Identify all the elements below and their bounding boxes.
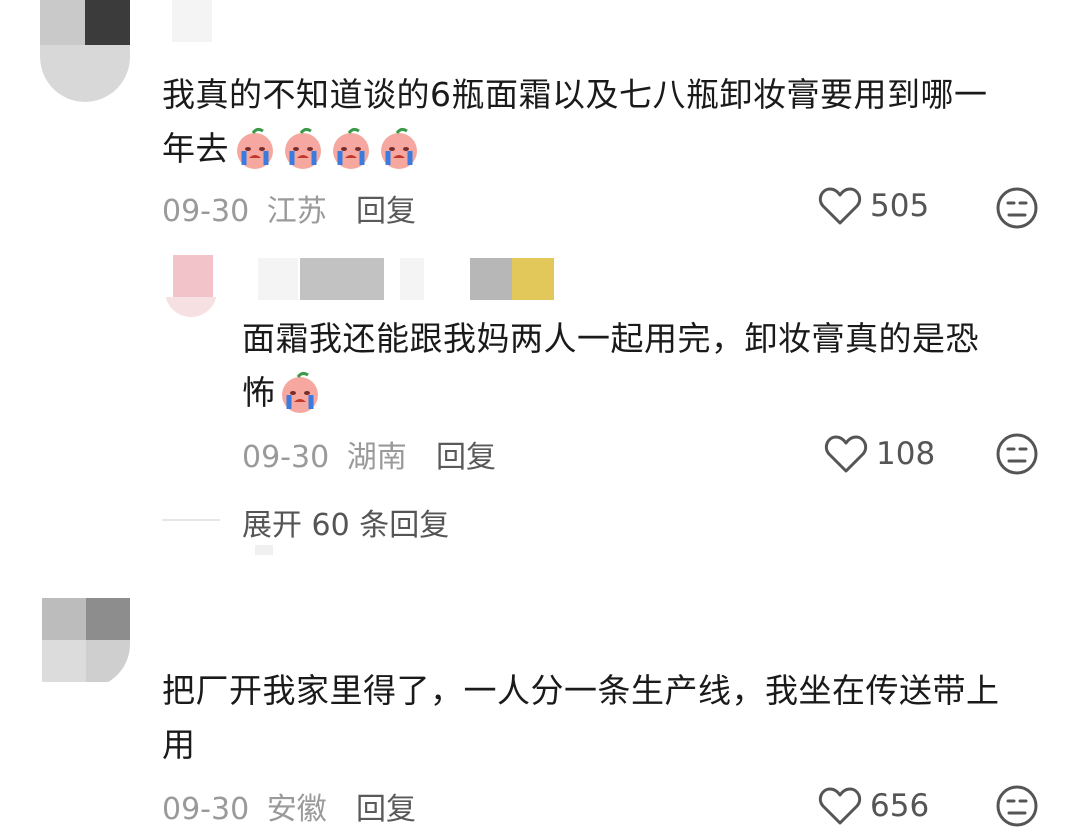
crying-peach-emoji-icon xyxy=(285,127,321,169)
emoji-group xyxy=(233,127,425,171)
comment-text-line: 面霜我还能跟我妈两人一起用完，卸妆膏真的是恐 xyxy=(242,319,979,358)
neutral-face-icon[interactable] xyxy=(995,784,1039,828)
comment-location: 安徽 xyxy=(266,792,327,827)
username-blurred[interactable] xyxy=(172,0,212,42)
username-blurred[interactable] xyxy=(300,258,384,300)
comment-meta: 09-30 安徽 xyxy=(162,784,327,828)
like-button[interactable]: 505 xyxy=(818,186,929,226)
like-count: 505 xyxy=(870,188,930,224)
comment-date: 09-30 xyxy=(162,194,250,229)
comment-text-line: 把厂开我家里得了，一人分一条生产线，我坐在传送带上 xyxy=(162,671,1000,710)
comment-text: 把厂开我家里得了，一人分一条生产线，我坐在传送带上 用 xyxy=(162,664,1000,772)
crying-peach-emoji-icon xyxy=(333,127,369,169)
crying-peach-emoji-icon xyxy=(237,127,273,169)
comment-date: 09-30 xyxy=(162,792,250,827)
expand-divider xyxy=(162,519,220,521)
like-count: 108 xyxy=(876,436,936,472)
comment-location: 湖南 xyxy=(346,440,407,475)
comment-text: 我真的不知道谈的6瓶面霜以及七八瓶卸妆膏要用到哪一 年去 xyxy=(162,68,988,176)
neutral-face-icon[interactable] xyxy=(995,186,1039,230)
like-button[interactable]: 656 xyxy=(818,786,929,826)
reply-avatar[interactable] xyxy=(165,255,217,317)
avatar[interactable] xyxy=(42,598,130,688)
comment-text-line: 用 xyxy=(162,725,196,764)
comment-meta: 09-30 湖南 xyxy=(242,432,407,476)
avatar[interactable] xyxy=(40,0,130,102)
expand-replies-button[interactable]: 展开 60 条回复 xyxy=(242,500,449,544)
reply-button[interactable]: 回复 xyxy=(436,432,496,476)
crying-peach-emoji-icon xyxy=(281,371,318,413)
heart-outline-icon xyxy=(818,187,862,225)
reply-button[interactable]: 回复 xyxy=(356,186,416,230)
like-count: 656 xyxy=(870,788,930,824)
reply-target-blurred[interactable] xyxy=(470,258,512,300)
comment-meta: 09-30 江苏 xyxy=(162,186,327,230)
crying-peach-emoji-icon xyxy=(381,127,417,169)
neutral-face-icon[interactable] xyxy=(995,432,1039,476)
comment-text-line: 怖 xyxy=(242,373,276,412)
username-blurred xyxy=(400,258,424,300)
heart-outline-icon xyxy=(818,787,862,825)
reply-button[interactable]: 回复 xyxy=(356,784,416,828)
comment-date: 09-30 xyxy=(242,440,330,475)
blurred-fragment xyxy=(255,545,273,555)
like-button[interactable]: 108 xyxy=(824,434,935,474)
reply-target-blurred[interactable] xyxy=(512,258,554,300)
username-blurred xyxy=(258,258,298,300)
comment-text-line: 年去 xyxy=(162,129,229,168)
reply-text: 面霜我还能跟我妈两人一起用完，卸妆膏真的是恐 怖 xyxy=(242,312,979,420)
comment-text-line: 我真的不知道谈的6瓶面霜以及七八瓶卸妆膏要用到哪一 xyxy=(162,75,988,114)
comment-location: 江苏 xyxy=(266,194,327,229)
heart-outline-icon xyxy=(824,435,868,473)
